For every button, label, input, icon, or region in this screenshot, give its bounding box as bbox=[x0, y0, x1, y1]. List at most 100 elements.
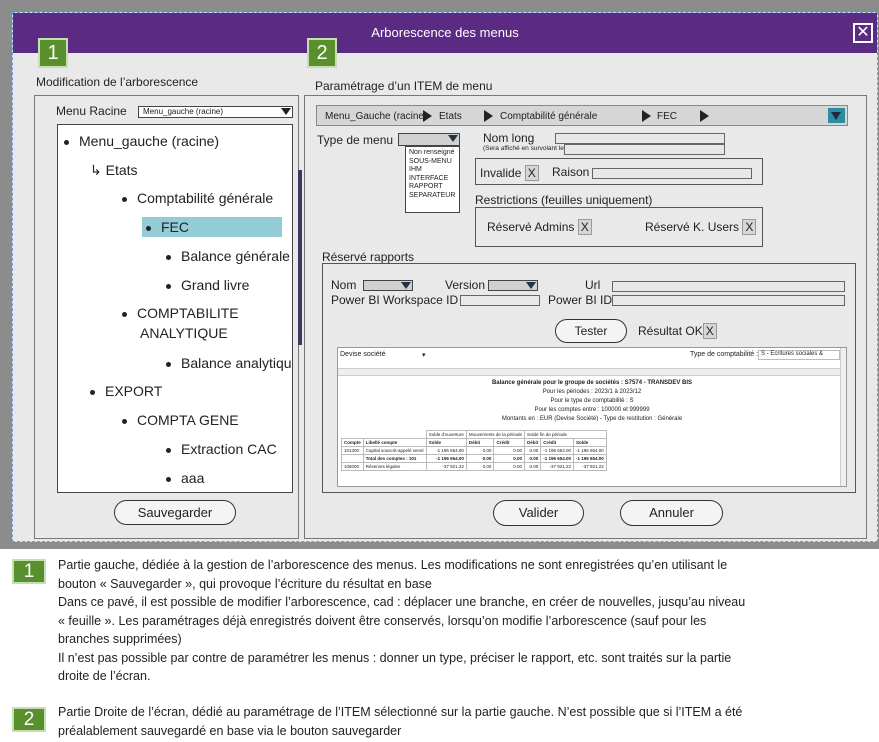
valider-button[interactable]: Valider bbox=[493, 500, 584, 526]
tree-item[interactable]: Grand livre bbox=[166, 277, 249, 293]
tree-item[interactable]: ↳ Etats bbox=[90, 162, 138, 179]
note-line: Partie gauche, dédiée à la gestion de l’… bbox=[58, 558, 728, 572]
tree-item[interactable]: aaa bbox=[166, 470, 204, 486]
tree-item[interactable]: EXPORT bbox=[90, 383, 162, 399]
type-compta-value[interactable]: S - Ecritures sociales & bbox=[758, 350, 840, 360]
table-cell: -37 921.22 bbox=[540, 462, 574, 471]
tree-item-label: aaa bbox=[181, 470, 205, 486]
invalide-checkbox[interactable]: X bbox=[524, 165, 539, 181]
tree-item[interactable]: Balance générale bbox=[166, 248, 290, 264]
table-cell: -1 196 654.00 bbox=[572, 454, 607, 463]
type-menu-select[interactable] bbox=[398, 133, 460, 146]
tree-item[interactable]: COMPTABILITE bbox=[122, 305, 239, 321]
option[interactable]: IHM bbox=[409, 166, 456, 175]
chevron-down-icon bbox=[526, 282, 536, 289]
table-cell: Total des comptes : 101 bbox=[362, 454, 427, 463]
note-line: Dans ce pavé, il est possible de modifie… bbox=[58, 595, 746, 609]
save-button[interactable]: Sauvegarder bbox=[114, 500, 236, 525]
option[interactable]: RAPPORT bbox=[409, 183, 456, 192]
tree-scrollbar[interactable] bbox=[298, 170, 302, 345]
table-cell: -1 196 654.00 bbox=[540, 454, 574, 463]
note-line: bouton « Sauvegarder », qui provoque l’é… bbox=[58, 576, 432, 591]
chevron-down-icon[interactable] bbox=[828, 108, 845, 123]
table-cell: 101300 bbox=[341, 446, 364, 455]
annuler-button[interactable]: Annuler bbox=[620, 500, 723, 526]
table-cell: 0.00 bbox=[465, 462, 495, 471]
report-preview[interactable]: Devise société ▾ Type de comptabilité : … bbox=[337, 347, 847, 487]
type-menu-label: Type de menu bbox=[317, 133, 394, 147]
column-header: Débit bbox=[523, 438, 542, 447]
column-header: Crédit bbox=[540, 438, 574, 447]
menu-tree[interactable]: Menu_gauche (racine) ↳ Etats Comptabilité … bbox=[57, 124, 293, 493]
breadcrumb-item[interactable]: Etats bbox=[439, 111, 462, 122]
table-cell: 0.00 bbox=[493, 462, 525, 471]
tester-button[interactable]: Tester bbox=[555, 319, 627, 343]
tree-item[interactable]: COMPTA GENE bbox=[122, 412, 239, 428]
tree-item-label: Grand livre bbox=[181, 277, 250, 293]
bullet-icon bbox=[122, 311, 127, 317]
version-select[interactable] bbox=[488, 280, 538, 291]
preview-scrollbar[interactable] bbox=[840, 348, 846, 486]
chevron-right-icon bbox=[700, 110, 709, 122]
option[interactable]: SOUS-MENU bbox=[409, 158, 456, 167]
workspace-field[interactable] bbox=[460, 295, 540, 306]
close-icon[interactable]: ✕ bbox=[853, 23, 873, 43]
invalide-label: Invalide X bbox=[480, 165, 539, 181]
nom-long-field[interactable] bbox=[555, 133, 725, 144]
breadcrumb[interactable]: Menu_Gauche (racine) Etats Comptabilité … bbox=[316, 105, 848, 126]
nom-long-field-2[interactable] bbox=[564, 144, 725, 155]
devise-filter[interactable]: Devise société bbox=[340, 351, 386, 358]
devise-dropdown-icon[interactable]: ▾ bbox=[422, 351, 426, 359]
chevron-right-icon bbox=[484, 110, 493, 122]
tree-item-label: EXPORT bbox=[105, 383, 163, 399]
tree-item[interactable]: ANALYTIQUE bbox=[140, 325, 228, 341]
menu-racine-label: Menu Racine bbox=[56, 104, 127, 118]
left-section-title: Modification de l’arborescence bbox=[36, 75, 199, 89]
report-title: Balance générale pour le groupe de socié… bbox=[491, 380, 693, 386]
bullet-icon bbox=[146, 225, 151, 231]
raison-field[interactable] bbox=[592, 168, 752, 179]
table-cell: 0.00 bbox=[523, 454, 542, 463]
url-field[interactable] bbox=[612, 281, 845, 292]
resultat-label: Résultat OK X bbox=[638, 323, 717, 339]
tree-item-label: ↳ Etats bbox=[90, 162, 138, 178]
note-badge-1: 1 bbox=[12, 559, 46, 584]
type-menu-options[interactable]: Non renseigné SOUS-MENU IHM INTERFACE RA… bbox=[405, 146, 460, 213]
tree-item[interactable]: Menu_gauche (racine) bbox=[64, 133, 219, 149]
breadcrumb-item[interactable]: Comptabilité générale bbox=[500, 111, 597, 122]
tree-item-label: Menu_gauche (racine) bbox=[79, 133, 220, 149]
table-cell: 0.00 bbox=[493, 446, 525, 455]
reserve-kusers-checkbox[interactable]: X bbox=[742, 219, 757, 235]
preview-toolbar bbox=[338, 368, 846, 376]
option[interactable]: INTERFACE bbox=[409, 175, 456, 184]
powerbi-id-field[interactable] bbox=[612, 295, 845, 306]
report-line: Montants en : EUR (Devise Société) - Typ… bbox=[501, 416, 683, 422]
menu-racine-select[interactable]: Menu_gauche (racine) bbox=[138, 106, 293, 118]
column-header: Compte bbox=[341, 438, 364, 447]
raison-label: Raison bbox=[552, 165, 590, 179]
option[interactable]: Non renseigné bbox=[409, 149, 456, 158]
group-header: Solde fin de période bbox=[523, 430, 607, 439]
tree-item[interactable]: Balance analytique bbox=[166, 355, 292, 371]
note-badge-2: 2 bbox=[12, 707, 46, 732]
tree-item[interactable]: Comptabilité générale bbox=[122, 190, 273, 206]
table-cell: 0.00 bbox=[465, 454, 495, 463]
breadcrumb-item[interactable]: FEC bbox=[657, 111, 677, 122]
nom-select[interactable] bbox=[363, 280, 413, 291]
table-cell: -1 196 654.00 bbox=[572, 446, 607, 455]
restrictions-label: Restrictions (feuilles uniquement) bbox=[475, 193, 653, 207]
nom-long-label: Nom long bbox=[483, 131, 535, 145]
bullet-icon bbox=[166, 476, 171, 482]
type-compta-label: Type de comptabilité : bbox=[690, 351, 759, 358]
table-cell bbox=[341, 454, 364, 463]
resultat-checkbox[interactable]: X bbox=[702, 323, 717, 339]
tree-item[interactable]: Extraction CAC bbox=[166, 441, 277, 457]
option[interactable]: SEPARATEUR bbox=[409, 192, 456, 201]
reserve-admins-checkbox[interactable]: X bbox=[577, 219, 592, 235]
tree-item-selected[interactable]: FEC bbox=[142, 217, 282, 237]
breadcrumb-item[interactable]: Menu_Gauche (racine) bbox=[325, 111, 427, 122]
column-header: Débit bbox=[465, 438, 495, 447]
table-cell: 106000 bbox=[341, 462, 364, 471]
bullet-icon bbox=[166, 254, 171, 260]
chevron-down-icon bbox=[401, 282, 411, 289]
